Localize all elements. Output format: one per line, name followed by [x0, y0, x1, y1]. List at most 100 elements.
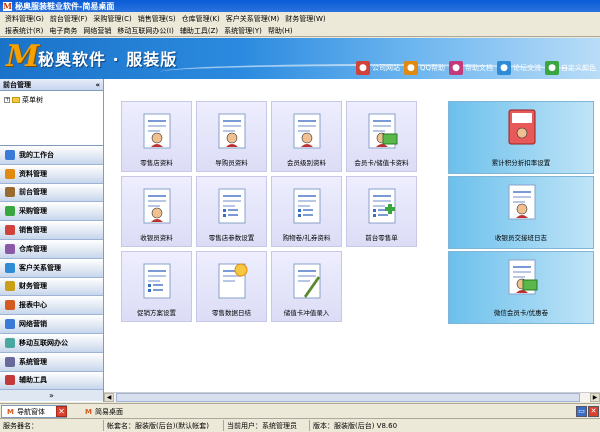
header-banner: M 秘奥软件 · 服装版 ● 公司网站 ● QQ帮助 ● 帮助文档 ● 论坛交流 ● 自定义颜色	[0, 38, 600, 79]
tile-7[interactable]: 前台零售单	[346, 176, 417, 247]
quick-link-1[interactable]: ● QQ帮助	[403, 60, 445, 76]
store-document-icon	[140, 112, 174, 152]
menu-item-menu_row2-0[interactable]: 报表统计(R)	[2, 26, 46, 36]
menu-item-menu_row2-1[interactable]: 电子商务	[46, 26, 80, 36]
cashier-icon	[140, 187, 174, 227]
wide-tile-2[interactable]: 微信会员卡/优惠卷	[448, 251, 594, 324]
wide-tile-0[interactable]: 累计积分折扣率设置	[448, 101, 594, 174]
tile-label: 前台零售单	[365, 234, 398, 242]
quick-link-2[interactable]: ● 帮助文档	[449, 60, 493, 76]
tab-simple-desktop[interactable]: M 简易桌面	[80, 405, 128, 418]
window-title: 秘奥服装鞋业软件-简易桌面	[15, 1, 115, 11]
nav-item-label: 客户关系管理	[19, 263, 61, 272]
status-user: 当前用户：系统管理员	[224, 420, 310, 431]
menu-item-menu_row1-3[interactable]: 销售管理(S)	[135, 14, 179, 24]
tile-5[interactable]: 零售店参数设置	[196, 176, 267, 247]
tree-node-root[interactable]: + 菜单树	[4, 95, 99, 105]
nav-item-10[interactable]: 移动互联网办公	[0, 333, 103, 353]
desktop-area: 零售店资料 导购员资料 会员级别资料 会员卡/储值卡资料收银员资料 零售店参数设置 购物卷…	[104, 79, 600, 392]
status-bar: 服务器名： 帐套名：服装版(后台)(默认帐套) 当前用户：系统管理员 版本：服装…	[0, 418, 600, 432]
tile-label: 购物卷/礼券资料	[282, 234, 331, 242]
settings-list-icon	[215, 187, 249, 227]
nav-item-label: 辅助工具	[19, 376, 47, 385]
retail-receipt-icon	[365, 187, 399, 227]
quick-link-label: 公司网站	[371, 64, 400, 72]
nav-item-label: 报表中心	[19, 301, 47, 310]
nav-item-6[interactable]: 客户关系管理	[0, 258, 103, 278]
expand-nav-button[interactable]: »	[0, 390, 103, 402]
scroll-left-icon[interactable]: ◀	[104, 393, 114, 402]
close-tab-icon[interactable]: ✕	[56, 406, 67, 417]
module-icon	[5, 281, 15, 292]
nav-item-12[interactable]: 辅助工具	[0, 371, 103, 391]
nav-item-7[interactable]: 财务管理	[0, 277, 103, 297]
tile-4[interactable]: 收银员资料	[121, 176, 192, 247]
tile-9[interactable]: 零售数据日结	[196, 251, 267, 322]
tile-6[interactable]: 购物卷/礼券资料	[271, 176, 342, 247]
recharge-icon	[290, 262, 324, 302]
nav-item-label: 资料管理	[19, 169, 47, 178]
tile-1[interactable]: 导购员资料	[196, 101, 267, 172]
nav-item-9[interactable]: 网络营销	[0, 315, 103, 334]
tile-label: 零售数据日结	[212, 309, 251, 317]
expand-node-icon[interactable]: +	[4, 97, 10, 103]
collapse-panel-button[interactable]: «	[95, 81, 100, 89]
nav-item-label: 网络营销	[19, 320, 47, 329]
tile-8[interactable]: 促销方案设置	[121, 251, 192, 322]
menu-item-menu_row2-2[interactable]: 网络营销	[80, 26, 114, 36]
tile-0[interactable]: 零售店资料	[121, 101, 192, 172]
menu-item-menu_row2-6[interactable]: 帮助(H)	[265, 26, 296, 36]
tile-label: 收银员交接班日志	[495, 234, 547, 242]
nav-item-2[interactable]: 前台管理	[0, 183, 103, 203]
menu-item-menu_row2-5[interactable]: 系统管理(Y)	[221, 26, 265, 36]
tile-3[interactable]: 会员卡/储值卡资料	[346, 101, 417, 172]
nav-item-label: 销售管理	[19, 226, 47, 235]
menu-item-menu_row1-6[interactable]: 财务管理(W)	[282, 14, 328, 24]
close-window-icon[interactable]: ✕	[588, 406, 599, 417]
scroll-thumb[interactable]	[116, 393, 580, 402]
tile-10[interactable]: 储值卡冲值录入	[271, 251, 342, 322]
tile-label: 储值卡冲值录入	[283, 309, 330, 317]
scroll-right-icon[interactable]: ▶	[590, 393, 600, 402]
menu-item-menu_row1-5[interactable]: 客户关系管理(M)	[223, 14, 283, 24]
wide-tile-1[interactable]: 收银员交接班日志	[448, 176, 594, 249]
menu-tree: + 菜单树	[0, 91, 103, 145]
nav-item-5[interactable]: 仓库管理	[0, 239, 103, 259]
module-icon	[5, 319, 15, 330]
window-title-bar: M 秘奥服装鞋业软件-简易桌面	[0, 0, 600, 12]
tile-2[interactable]: 会员级别资料	[271, 101, 342, 172]
app-logo-icon: M	[3, 0, 12, 11]
module-icon	[5, 300, 15, 311]
quick-link-4[interactable]: ● 自定义颜色	[545, 60, 596, 76]
nav-item-3[interactable]: 采购管理	[0, 202, 103, 222]
nav-form-icon: M	[7, 407, 14, 416]
restore-window-icon[interactable]: ▭	[576, 406, 587, 417]
nav-item-0[interactable]: 我的工作台	[0, 146, 103, 165]
menu-item-menu_row1-1[interactable]: 前台管理(F)	[47, 14, 91, 24]
menu-item-menu_row1-0[interactable]: 资料管理(G)	[2, 14, 47, 24]
menu-item-menu_row2-4[interactable]: 辅助工具(Z)	[177, 26, 221, 36]
nav-item-label: 前台管理	[19, 188, 47, 197]
nav-item-label: 移动互联网办公	[19, 338, 68, 347]
module-icon	[5, 187, 15, 198]
tree-node-label: 菜单树	[22, 96, 43, 104]
tile-label: 收银员资料	[140, 234, 173, 242]
module-icon	[5, 356, 15, 367]
nav-item-11[interactable]: 系统管理	[0, 352, 103, 372]
window-tab-bar: M 导航窗体 ✕ M 简易桌面 ▭ ✕	[0, 403, 600, 418]
menu-item-menu_row1-4[interactable]: 仓库管理(K)	[179, 14, 223, 24]
quick-link-3[interactable]: ● 论坛交流	[497, 60, 541, 76]
nav-item-1[interactable]: 资料管理	[0, 164, 103, 184]
horizontal-scrollbar[interactable]: ◀ ▶	[104, 392, 600, 402]
quick-link-label: 自定义颜色	[561, 64, 596, 72]
module-icon	[5, 375, 15, 386]
menu-item-menu_row2-3[interactable]: 移动互联网办公(I)	[114, 26, 177, 36]
quick-link-0[interactable]: ● 公司网站	[355, 60, 400, 76]
menu-item-menu_row1-2[interactable]: 采购管理(C)	[90, 14, 134, 24]
nav-item-label: 系统管理	[19, 357, 47, 366]
module-icon	[5, 168, 15, 179]
tile-label: 会员级别资料	[287, 159, 326, 167]
nav-item-8[interactable]: 报表中心	[0, 296, 103, 316]
promotion-icon	[140, 262, 174, 302]
nav-item-4[interactable]: 销售管理	[0, 221, 103, 240]
